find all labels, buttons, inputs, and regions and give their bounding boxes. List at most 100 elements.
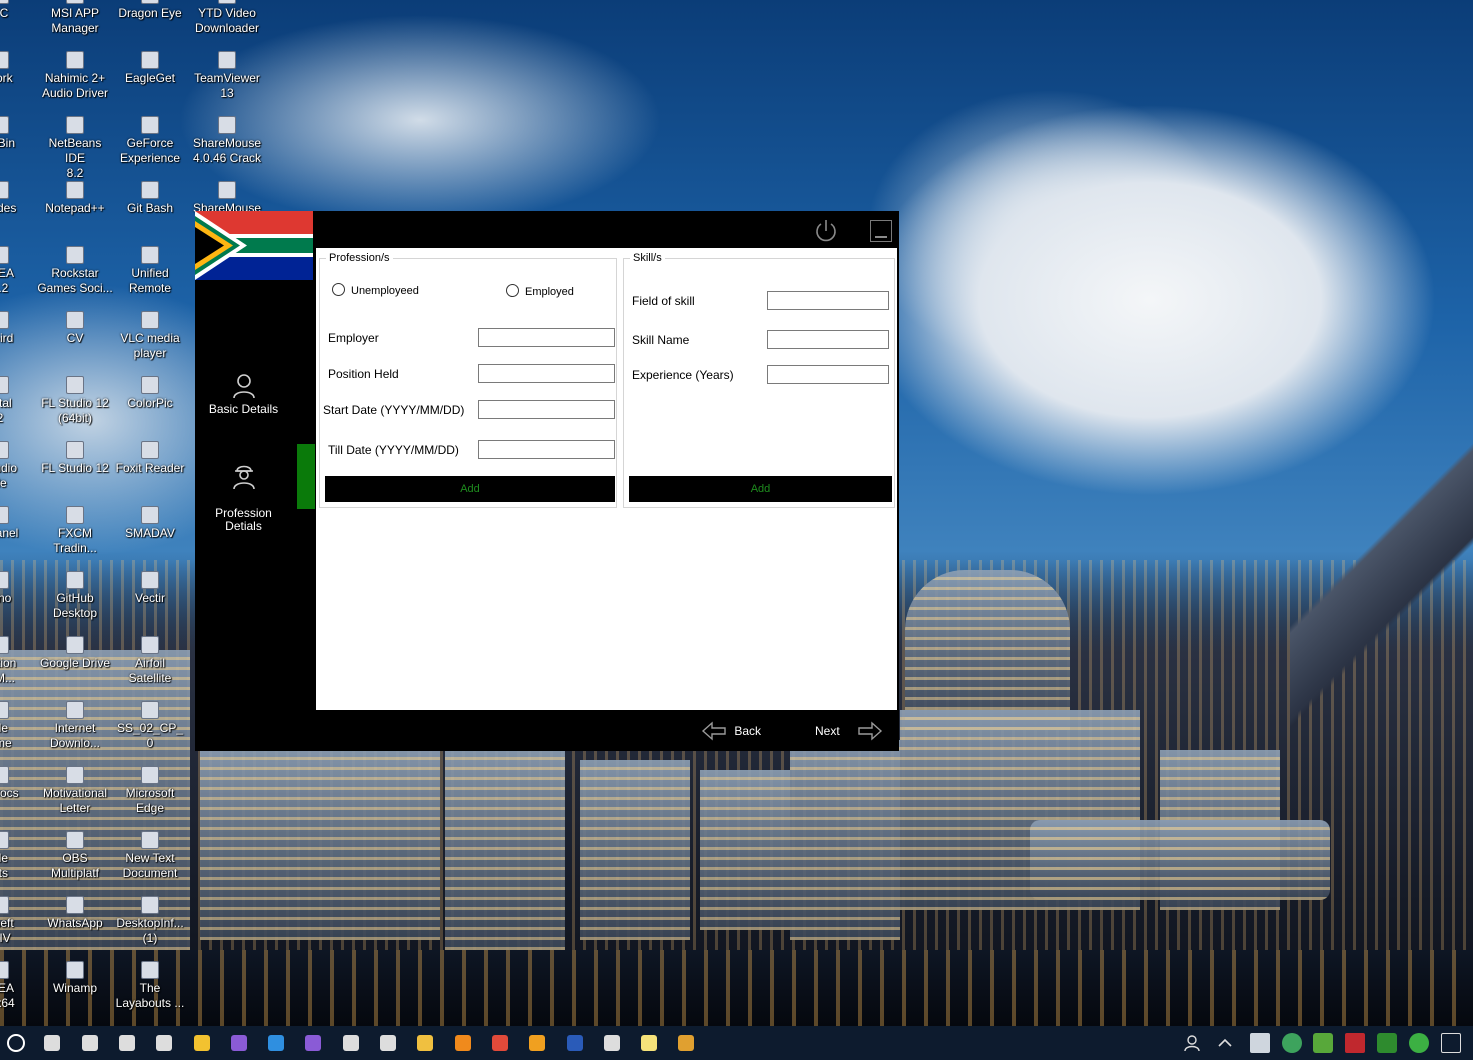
desktop-icon[interactable]: Foxit Reader bbox=[112, 441, 188, 476]
desktop-icon[interactable]: MSI APP Manager bbox=[37, 0, 113, 36]
desktop-icon[interactable]: ColorPic bbox=[112, 376, 188, 411]
till-date-input[interactable] bbox=[478, 440, 615, 459]
radio-unemployed[interactable]: Unemployeed bbox=[332, 283, 419, 297]
minimize-icon[interactable] bbox=[870, 220, 892, 242]
desktop-icon[interactable]: Theft o IV bbox=[0, 896, 38, 946]
notepad-icon[interactable] bbox=[641, 1035, 658, 1051]
radio-employed-circle[interactable] bbox=[506, 284, 519, 297]
desktop-icon[interactable]: VLC media player bbox=[112, 311, 188, 361]
chevron-up-icon[interactable] bbox=[1215, 1033, 1235, 1053]
desktop-icon[interactable]: Airfoil Satellite bbox=[112, 636, 188, 686]
media-player-icon[interactable] bbox=[454, 1035, 471, 1051]
position-held-input[interactable] bbox=[478, 364, 615, 383]
desktop-icon[interactable]: CV bbox=[37, 311, 113, 346]
desktop-icon[interactable]: ShareMouse 4.0.46 Crack bbox=[189, 116, 265, 166]
skill-name-input[interactable] bbox=[767, 330, 889, 349]
start-icon[interactable] bbox=[7, 1034, 25, 1052]
radio-employed[interactable]: Employed bbox=[506, 284, 574, 298]
battery-icon[interactable] bbox=[1441, 1033, 1461, 1053]
nav-basic-details[interactable]: Basic Details bbox=[195, 373, 292, 416]
nav-profession-details[interactable]: Profession Detials bbox=[195, 449, 292, 533]
desktop-icon[interactable]: gle ets bbox=[0, 831, 38, 881]
desktop-icon[interactable]: SMADAV bbox=[112, 506, 188, 541]
desktop-icon[interactable]: PC bbox=[0, 0, 38, 21]
visual-studio-icon[interactable] bbox=[230, 1035, 247, 1051]
word-icon[interactable] bbox=[566, 1035, 583, 1051]
desktop-icon[interactable]: gbird bbox=[0, 311, 38, 346]
desktop-icon[interactable]: DesktopInf... (1) bbox=[112, 896, 188, 946]
add-profession-button[interactable]: Add bbox=[325, 476, 615, 502]
mail-icon[interactable] bbox=[81, 1035, 98, 1051]
desktop-icon[interactable]: EagleGet bbox=[112, 51, 188, 86]
vs-code-icon[interactable] bbox=[268, 1035, 285, 1051]
visual-studio-2-icon[interactable] bbox=[305, 1035, 322, 1051]
desktop-icon[interactable]: Nahimic 2+ Audio Driver bbox=[37, 51, 113, 101]
desktop-icon[interactable]: Unified Remote bbox=[112, 246, 188, 296]
desktop-icon[interactable]: work bbox=[0, 51, 38, 86]
desktop-icon[interactable]: ortal 2 bbox=[0, 376, 38, 426]
radio-unemployed-circle[interactable] bbox=[332, 283, 345, 296]
desktop-icon[interactable]: e Docs bbox=[0, 766, 38, 801]
desktop-icon[interactable]: Internet Downlo... bbox=[37, 701, 113, 751]
desktop-icon[interactable]: IDEA 8.2 bbox=[0, 246, 38, 296]
desktop-icon[interactable]: Git Bash bbox=[112, 181, 188, 216]
desktop-icon[interactable]: NetBeans IDE 8.2 bbox=[37, 116, 113, 181]
back-button[interactable]: Back bbox=[701, 721, 761, 741]
power-icon[interactable] bbox=[813, 218, 839, 244]
experience-input[interactable] bbox=[767, 365, 889, 384]
people-tray-icon[interactable] bbox=[1183, 1033, 1203, 1053]
people-icon[interactable] bbox=[118, 1035, 135, 1051]
desktop-icon[interactable]: Dragon Eye bbox=[112, 0, 188, 21]
field-of-skill-input[interactable] bbox=[767, 291, 889, 310]
chrome-icon[interactable] bbox=[491, 1035, 508, 1051]
desktop-icon[interactable]: Rockstar Games Soci... bbox=[37, 246, 113, 296]
desktop-icon[interactable]: SS_02_CP_ 0 bbox=[112, 701, 188, 751]
desktop-icon[interactable]: YTD Video Downloader bbox=[189, 0, 265, 36]
task-view-icon[interactable] bbox=[44, 1035, 61, 1051]
winamp-icon[interactable] bbox=[529, 1035, 546, 1051]
tray-app-icon-3[interactable] bbox=[1313, 1033, 1333, 1053]
desktop-icon[interactable]: nation e M... bbox=[0, 636, 38, 686]
next-button[interactable]: Next bbox=[815, 721, 883, 741]
tray-app-icon-5[interactable] bbox=[1377, 1033, 1397, 1053]
desktop-icon[interactable]: Motivational Letter bbox=[37, 766, 113, 816]
desktop-icon[interactable]: Vectir bbox=[112, 571, 188, 606]
desktop-icon[interactable]: le Bin bbox=[0, 116, 38, 151]
desktop-icon[interactable]: gle ome bbox=[0, 701, 38, 751]
keyboard-icon[interactable] bbox=[342, 1035, 359, 1051]
desktop-icon[interactable]: Google Drive bbox=[37, 636, 113, 671]
tray-app-icon-1[interactable] bbox=[1250, 1033, 1270, 1053]
desktop-icon[interactable]: uino bbox=[0, 571, 38, 606]
desktop-icon[interactable]: FL Studio 12 bbox=[37, 441, 113, 476]
photos-icon[interactable] bbox=[603, 1035, 620, 1051]
desktop-icon[interactable]: Studio de bbox=[0, 441, 38, 491]
file-explorer-icon[interactable] bbox=[417, 1035, 434, 1051]
employer-input[interactable] bbox=[478, 328, 615, 347]
desktop-icon[interactable]: The Layabouts ... bbox=[112, 961, 188, 1011]
desktop-icon[interactable]: FXCM Tradin... bbox=[37, 506, 113, 556]
calendar-icon[interactable] bbox=[156, 1035, 173, 1051]
app-icon bbox=[66, 636, 84, 654]
tray-app-icon-2[interactable] bbox=[1282, 1033, 1302, 1053]
desktop-icon[interactable]: Winamp bbox=[37, 961, 113, 996]
desktop-icon[interactable]: New Text Document bbox=[112, 831, 188, 881]
tray-app-icon-4[interactable] bbox=[1345, 1033, 1365, 1053]
desktop-icon[interactable]: FL Studio 12 (64bit) bbox=[37, 376, 113, 426]
desktop-icon[interactable]: OBS Multiplatf bbox=[37, 831, 113, 881]
intellij-icon[interactable] bbox=[380, 1035, 396, 1051]
desktop-icon[interactable]: Notepad++ bbox=[37, 181, 113, 216]
desktop-icon[interactable]: WhatsApp bbox=[37, 896, 113, 931]
desktop-icon[interactable]: Microsoft Edge bbox=[112, 766, 188, 816]
position-held-label: Position Held bbox=[328, 367, 399, 381]
tray-app-icon-6[interactable] bbox=[1409, 1033, 1429, 1053]
desktop-icon[interactable]: GitHub Desktop bbox=[37, 571, 113, 621]
desktop-icon[interactable]: TeamViewer 13 bbox=[189, 51, 265, 101]
sticky-notes-icon[interactable] bbox=[193, 1035, 210, 1051]
desktop-icon[interactable]: l Panel bbox=[0, 506, 38, 541]
add-skill-button[interactable]: Add bbox=[629, 476, 892, 502]
desktop-icon[interactable]: GeForce Experience bbox=[112, 116, 188, 166]
desktop-icon[interactable]: IDEA 2 x64 bbox=[0, 961, 38, 1011]
start-date-input[interactable] bbox=[478, 400, 615, 419]
desktop-icon[interactable]: Slides bbox=[0, 181, 38, 216]
app-icon[interactable] bbox=[678, 1035, 695, 1051]
